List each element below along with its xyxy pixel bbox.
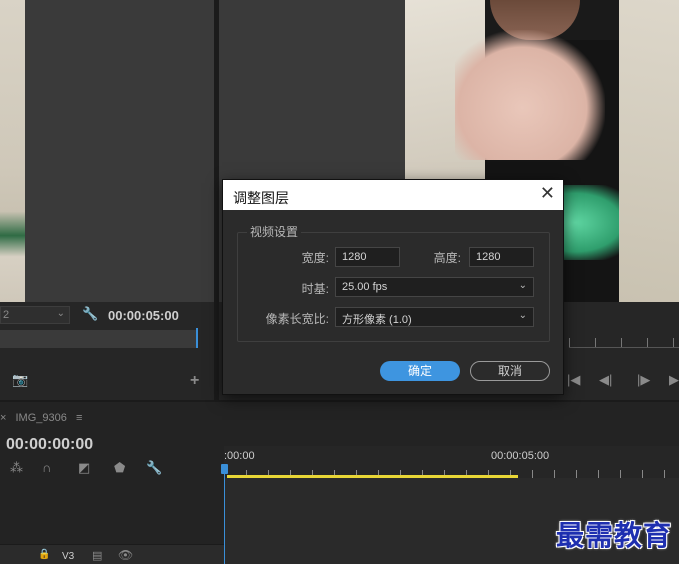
source-viewer-area [25, 0, 214, 302]
timebase-select[interactable]: 25.00 fps ⌄ [335, 277, 534, 297]
adjustment-layer-dialog: 调整图层 ✕ 视频设置 宽度: 高度: 时基: 25.00 fps ⌄ 像素长宽… [222, 179, 564, 395]
step-back-icon[interactable]: |◀ [567, 372, 580, 388]
par-value: 方形像素 (1.0) [342, 314, 412, 326]
step-forward-icon[interactable]: ▶ [669, 372, 679, 388]
work-area-bar[interactable] [227, 475, 518, 478]
photo-region [619, 0, 679, 302]
marker-icon[interactable]: ⬟ [114, 460, 125, 476]
wrench-icon[interactable]: 🔧 [82, 306, 98, 322]
step-back-frame-icon[interactable]: ◀| [599, 372, 612, 388]
timeline-playhead[interactable] [224, 464, 225, 564]
timeline-ruler[interactable]: :00:00 00:00:05:00 [224, 446, 679, 478]
dialog-title: 调整图层 [233, 191, 289, 207]
timeline-timecode[interactable]: 00:00:00:00 [6, 436, 93, 454]
sequence-tab[interactable]: × IMG_9306 ≡ [0, 412, 82, 424]
magnet-icon[interactable]: ∩ [42, 460, 51, 475]
source-monitor-panel: 2 ⌄ 🔧 00:00:05:00 📷 + [0, 0, 214, 400]
snap-icon[interactable]: ⁂ [10, 460, 23, 476]
close-icon[interactable]: ✕ [540, 185, 555, 203]
timebase-label: 时基: [301, 282, 329, 296]
zoom-value: 2 [3, 309, 10, 321]
camera-icon[interactable]: 📷 [12, 372, 28, 388]
wrench-icon[interactable]: 🔧 [146, 460, 162, 476]
ruler-label-mark: 00:00:05:00 [491, 450, 550, 462]
zoom-dropdown[interactable]: 2 ⌄ [0, 306, 70, 324]
close-icon[interactable]: × [0, 412, 6, 424]
ok-button[interactable]: 确定 [380, 361, 460, 381]
width-label: 宽度: [301, 251, 329, 265]
chevron-down-icon: ⌄ [518, 280, 527, 291]
ruler-label-start: :00:00 [224, 450, 255, 462]
height-field[interactable] [469, 247, 534, 267]
sync-icon[interactable]: ▤ [92, 549, 102, 562]
lock-icon[interactable]: 🔒 [38, 549, 50, 560]
par-label: 像素长宽比: [265, 312, 329, 326]
playhead-handle[interactable] [221, 464, 228, 474]
pixel-aspect-select[interactable]: 方形像素 (1.0) ⌄ [335, 307, 534, 327]
dialog-titlebar: 调整图层 ✕ [223, 180, 563, 210]
source-timecode: 00:00:05:00 [108, 308, 179, 323]
cancel-button[interactable]: 取消 [470, 361, 550, 381]
width-field[interactable] [335, 247, 400, 267]
watermark-logo: 最需教育 [556, 519, 673, 552]
sequence-name: IMG_9306 [15, 412, 67, 424]
chevron-down-icon: ⌄ [518, 310, 527, 321]
plus-icon[interactable]: + [190, 372, 199, 390]
step-forward-frame-icon[interactable]: |▶ [637, 372, 650, 388]
group-title: 视频设置 [247, 223, 302, 240]
track-header-v3: 🔒 V3 ▤ 👁 [0, 544, 224, 564]
track-label: V3 [62, 551, 75, 562]
eye-icon[interactable]: 👁 [118, 548, 133, 562]
timebase-value: 25.00 fps [342, 281, 388, 293]
menu-icon[interactable]: ≡ [76, 412, 82, 424]
chevron-down-icon: ⌄ [56, 308, 65, 319]
source-scrub-bar[interactable] [0, 330, 198, 348]
photo-region [455, 30, 605, 160]
program-ruler [569, 338, 679, 348]
source-video-frame [0, 0, 25, 302]
height-label: 高度: [433, 251, 461, 265]
source-playhead[interactable] [196, 328, 198, 348]
linked-selection-icon[interactable]: ◩ [78, 460, 90, 476]
